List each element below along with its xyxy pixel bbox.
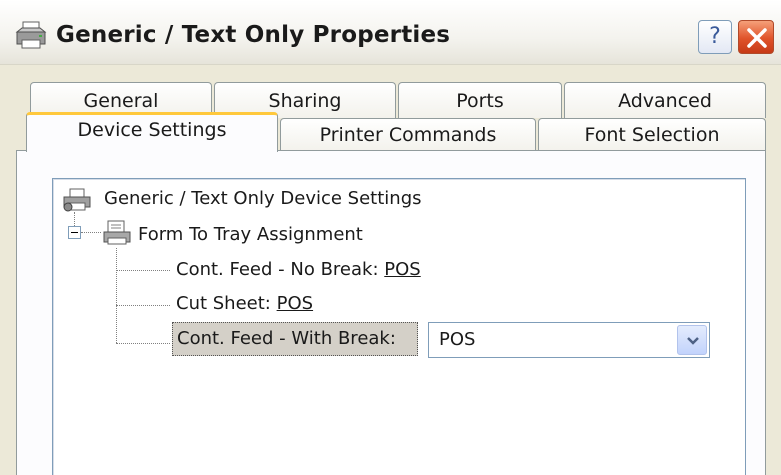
paper-tray-icon <box>103 220 131 245</box>
tree-connector <box>74 212 75 226</box>
chevron-down-icon <box>687 337 699 345</box>
item-value: POS <box>276 293 314 314</box>
collapse-toggle[interactable] <box>68 226 81 239</box>
tree-connector <box>116 270 170 271</box>
tree-connector <box>116 343 170 344</box>
tree-item-cut-sheet[interactable]: Cut Sheet: POS <box>176 293 313 314</box>
tree-content: Generic / Text Only Device Settings Form… <box>0 0 781 475</box>
tree-item-cont-feed-with-break[interactable]: Cont. Feed - With Break: <box>172 322 418 356</box>
item-label: Cont. Feed - No Break: <box>176 259 379 280</box>
dropdown-button[interactable] <box>677 325 707 355</box>
tree-connector <box>116 305 170 306</box>
tree-item-cont-feed-no-break[interactable]: Cont. Feed - No Break: POS <box>176 259 421 280</box>
item-value: POS <box>384 259 421 280</box>
tray-select-dropdown[interactable]: POS <box>428 322 710 358</box>
tree-connector <box>116 248 117 343</box>
tree-group-label[interactable]: Form To Tray Assignment <box>138 224 363 245</box>
tree-root-label[interactable]: Generic / Text Only Device Settings <box>104 188 422 209</box>
dropdown-value: POS <box>439 329 476 350</box>
item-label: Cut Sheet: <box>176 293 271 314</box>
tree-connector <box>81 232 101 233</box>
printer-settings-icon <box>63 188 91 212</box>
